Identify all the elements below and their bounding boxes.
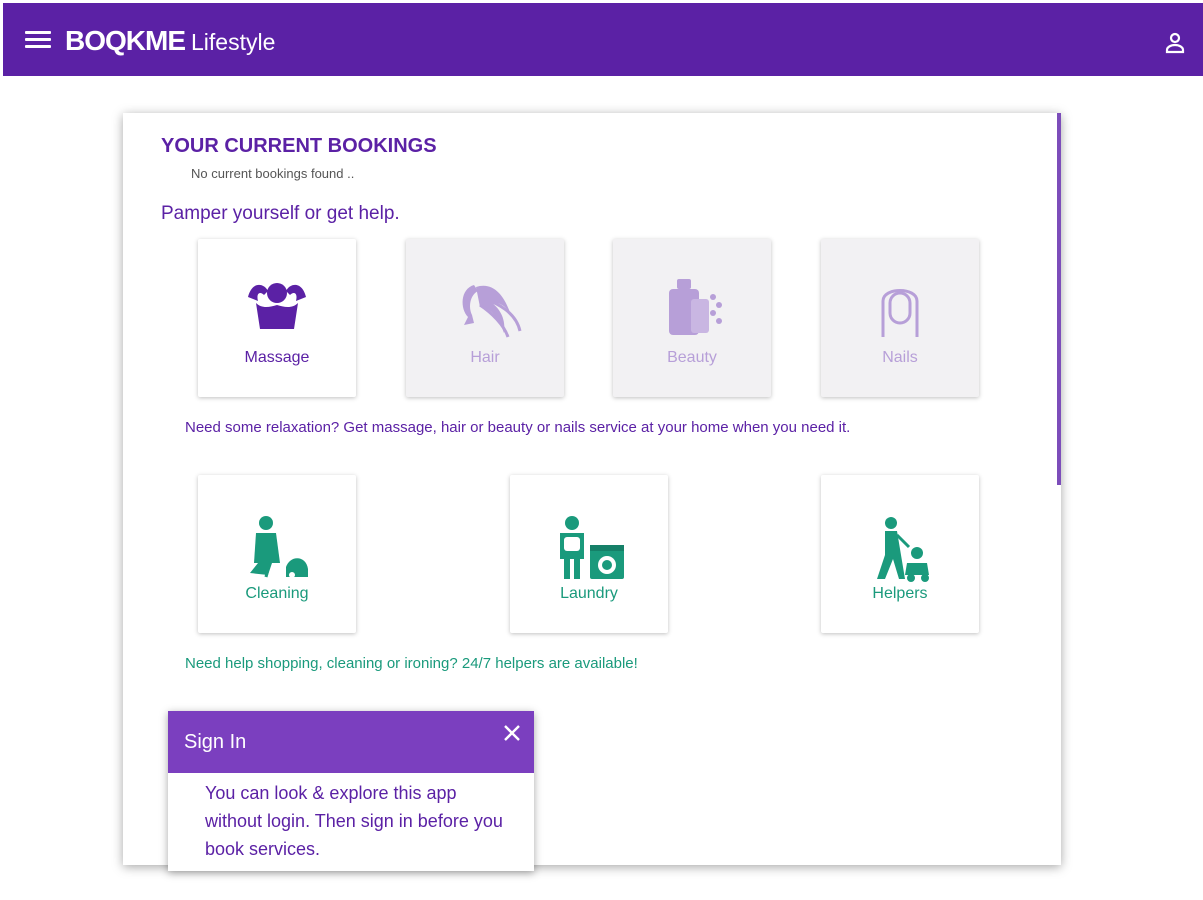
signin-message: You can look & explore this app without … xyxy=(205,783,503,859)
tile-label: Massage xyxy=(244,349,310,366)
tile-label: Hair xyxy=(470,349,500,366)
beauty-icon xyxy=(669,279,722,335)
tile-label: Cleaning xyxy=(245,585,309,602)
tile-laundry[interactable]: Laundry xyxy=(510,475,668,633)
app-bar: BOQKME Lifestyle xyxy=(3,3,1203,76)
pamper-description: Need some relaxation? Get massage, hair … xyxy=(185,419,851,436)
no-bookings-text: No current bookings found .. xyxy=(191,166,355,181)
close-icon[interactable] xyxy=(502,723,522,743)
tile-label: Helpers xyxy=(872,585,928,602)
cleaning-icon xyxy=(250,516,308,578)
tile-label: Beauty xyxy=(667,349,717,366)
app-subtitle: Lifestyle xyxy=(191,29,276,55)
help-description: Need help shopping, cleaning or ironing?… xyxy=(185,655,638,672)
brand-logo: BOQKME xyxy=(65,25,186,56)
signin-header: Sign In xyxy=(168,711,534,773)
bookings-title: YOUR CURRENT BOOKINGS xyxy=(161,135,437,157)
signin-title: Sign In xyxy=(184,731,247,753)
pamper-heading: Pamper yourself or get help. xyxy=(161,203,400,224)
laundry-icon xyxy=(560,516,624,579)
tile-label: Laundry xyxy=(560,585,618,602)
tile-nails[interactable]: Nails xyxy=(821,239,979,397)
tile-beauty[interactable]: Beauty xyxy=(613,239,771,397)
nails-icon xyxy=(881,289,919,337)
scrollbar[interactable] xyxy=(1057,113,1061,485)
tile-hair[interactable]: Hair xyxy=(406,239,564,397)
tile-cleaning[interactable]: Cleaning xyxy=(198,475,356,633)
tile-helpers[interactable]: Helpers xyxy=(821,475,979,633)
person-icon[interactable] xyxy=(1163,31,1187,55)
helpers-icon xyxy=(877,517,929,582)
signin-popup: Sign In You can look & explore this app … xyxy=(168,711,534,871)
tile-massage[interactable]: Massage xyxy=(198,239,356,397)
hair-icon xyxy=(462,285,522,338)
menu-icon[interactable] xyxy=(25,31,51,51)
tile-label: Nails xyxy=(882,349,918,366)
massage-icon xyxy=(248,283,306,329)
